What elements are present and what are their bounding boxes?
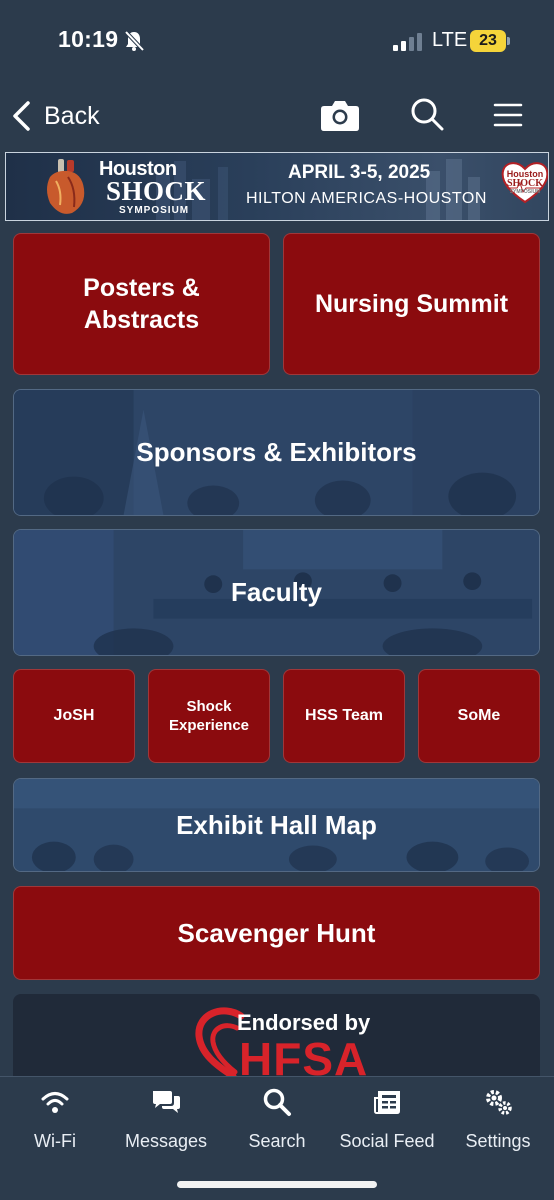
network-label: LTE (432, 29, 468, 51)
some-label: SoMe (457, 707, 501, 724)
logo-shock: SHOCK (506, 178, 544, 189)
faculty-button[interactable]: Faculty (13, 529, 540, 656)
banner-venue: HILTON AMERICAS-HOUSTON (246, 190, 487, 207)
exhibit-hall-map-button[interactable]: Exhibit Hall Map (13, 778, 540, 872)
tab-messages-label: Messages (124, 1131, 208, 1151)
josh-label: JoSH (53, 707, 95, 724)
scavenger-hunt-button[interactable]: Scavenger Hunt (13, 886, 540, 980)
tab-social-feed[interactable]: Social Feed (332, 1085, 442, 1155)
back-button[interactable]: Back (10, 96, 100, 136)
shock-exp-line2: Experience (168, 717, 250, 734)
back-label: Back (44, 101, 100, 130)
faculty-label: Faculty (230, 577, 323, 607)
tab-wifi-label: Wi-Fi (34, 1131, 76, 1151)
wifi-icon (41, 1092, 69, 1113)
logo-text: Houston SHOCK SYMPOSIUM (499, 170, 548, 197)
hamburger-menu-icon[interactable] (493, 102, 523, 128)
tab-search-label: Search (248, 1131, 306, 1151)
battery-level: 23 (470, 30, 506, 52)
status-bar: 10:19 LTE 23 (0, 0, 554, 84)
scavenger-hunt-label: Scavenger Hunt (177, 917, 376, 948)
hss-team-button[interactable]: HSS Team (283, 669, 405, 763)
status-time: 10:19 (58, 26, 119, 52)
messages-icon (153, 1091, 180, 1113)
posters-line2: Abstracts (83, 306, 200, 334)
some-button[interactable]: SoMe (418, 669, 540, 763)
nursing-summit-label: Nursing Summit (314, 289, 509, 318)
posters-abstracts-button[interactable]: Posters & Abstracts (13, 233, 270, 375)
posters-abstracts-label: Posters & Abstracts (83, 272, 200, 336)
shock-experience-label: Shock Experience (169, 697, 249, 735)
search-icon[interactable] (409, 96, 445, 132)
tab-settings[interactable]: Settings (443, 1085, 553, 1155)
hss-team-label: HSS Team (305, 707, 383, 724)
camera-icon[interactable] (320, 98, 360, 132)
josh-button[interactable]: JoSH (13, 669, 135, 763)
search-icon (263, 1088, 291, 1116)
nursing-summit-button[interactable]: Nursing Summit (283, 233, 540, 375)
tab-social-feed-label: Social Feed (339, 1131, 435, 1151)
tab-wifi[interactable]: Wi-Fi (0, 1085, 110, 1155)
logo-symposium: SYMPOSIUM (509, 189, 541, 195)
banner-dates: APRIL 3-5, 2025 (288, 162, 431, 183)
nav-bar: Back (0, 84, 554, 148)
hfsa-endorsement-banner[interactable]: Endorsed by HFSA (13, 994, 540, 1084)
chevron-left-icon (13, 101, 30, 131)
bell-muted-icon (124, 30, 145, 52)
heart-logo: Houston SHOCK SYMPOSIUM (499, 158, 548, 204)
signal-icon (393, 33, 422, 51)
home-indicator[interactable] (177, 1181, 377, 1188)
banner-shock-text: SHOCK (106, 176, 207, 206)
sponsors-exhibitors-button[interactable]: Sponsors & Exhibitors (13, 389, 540, 516)
newspaper-icon (374, 1091, 400, 1114)
banner-symposium-text: SYMPOSIUM (119, 205, 190, 216)
battery-tip (507, 37, 510, 45)
posters-line1: Posters & (83, 274, 200, 302)
anatomical-heart-image (47, 159, 85, 214)
sponsors-exhibitors-label: Sponsors & Exhibitors (136, 437, 417, 467)
battery-indicator: 23 (470, 30, 510, 52)
exhibit-hall-map-label: Exhibit Hall Map (176, 809, 377, 840)
shock-exp-line1: Shock (186, 698, 232, 715)
tab-messages[interactable]: Messages (111, 1085, 221, 1155)
symposium-banner: Houston SHOCK SYMPOSIUM APRIL 3-5, 2025 … (5, 152, 549, 221)
gears-icon (486, 1090, 512, 1115)
tab-search[interactable]: Search (222, 1085, 332, 1155)
tab-settings-label: Settings (465, 1131, 531, 1151)
shock-experience-button[interactable]: Shock Experience (148, 669, 270, 763)
